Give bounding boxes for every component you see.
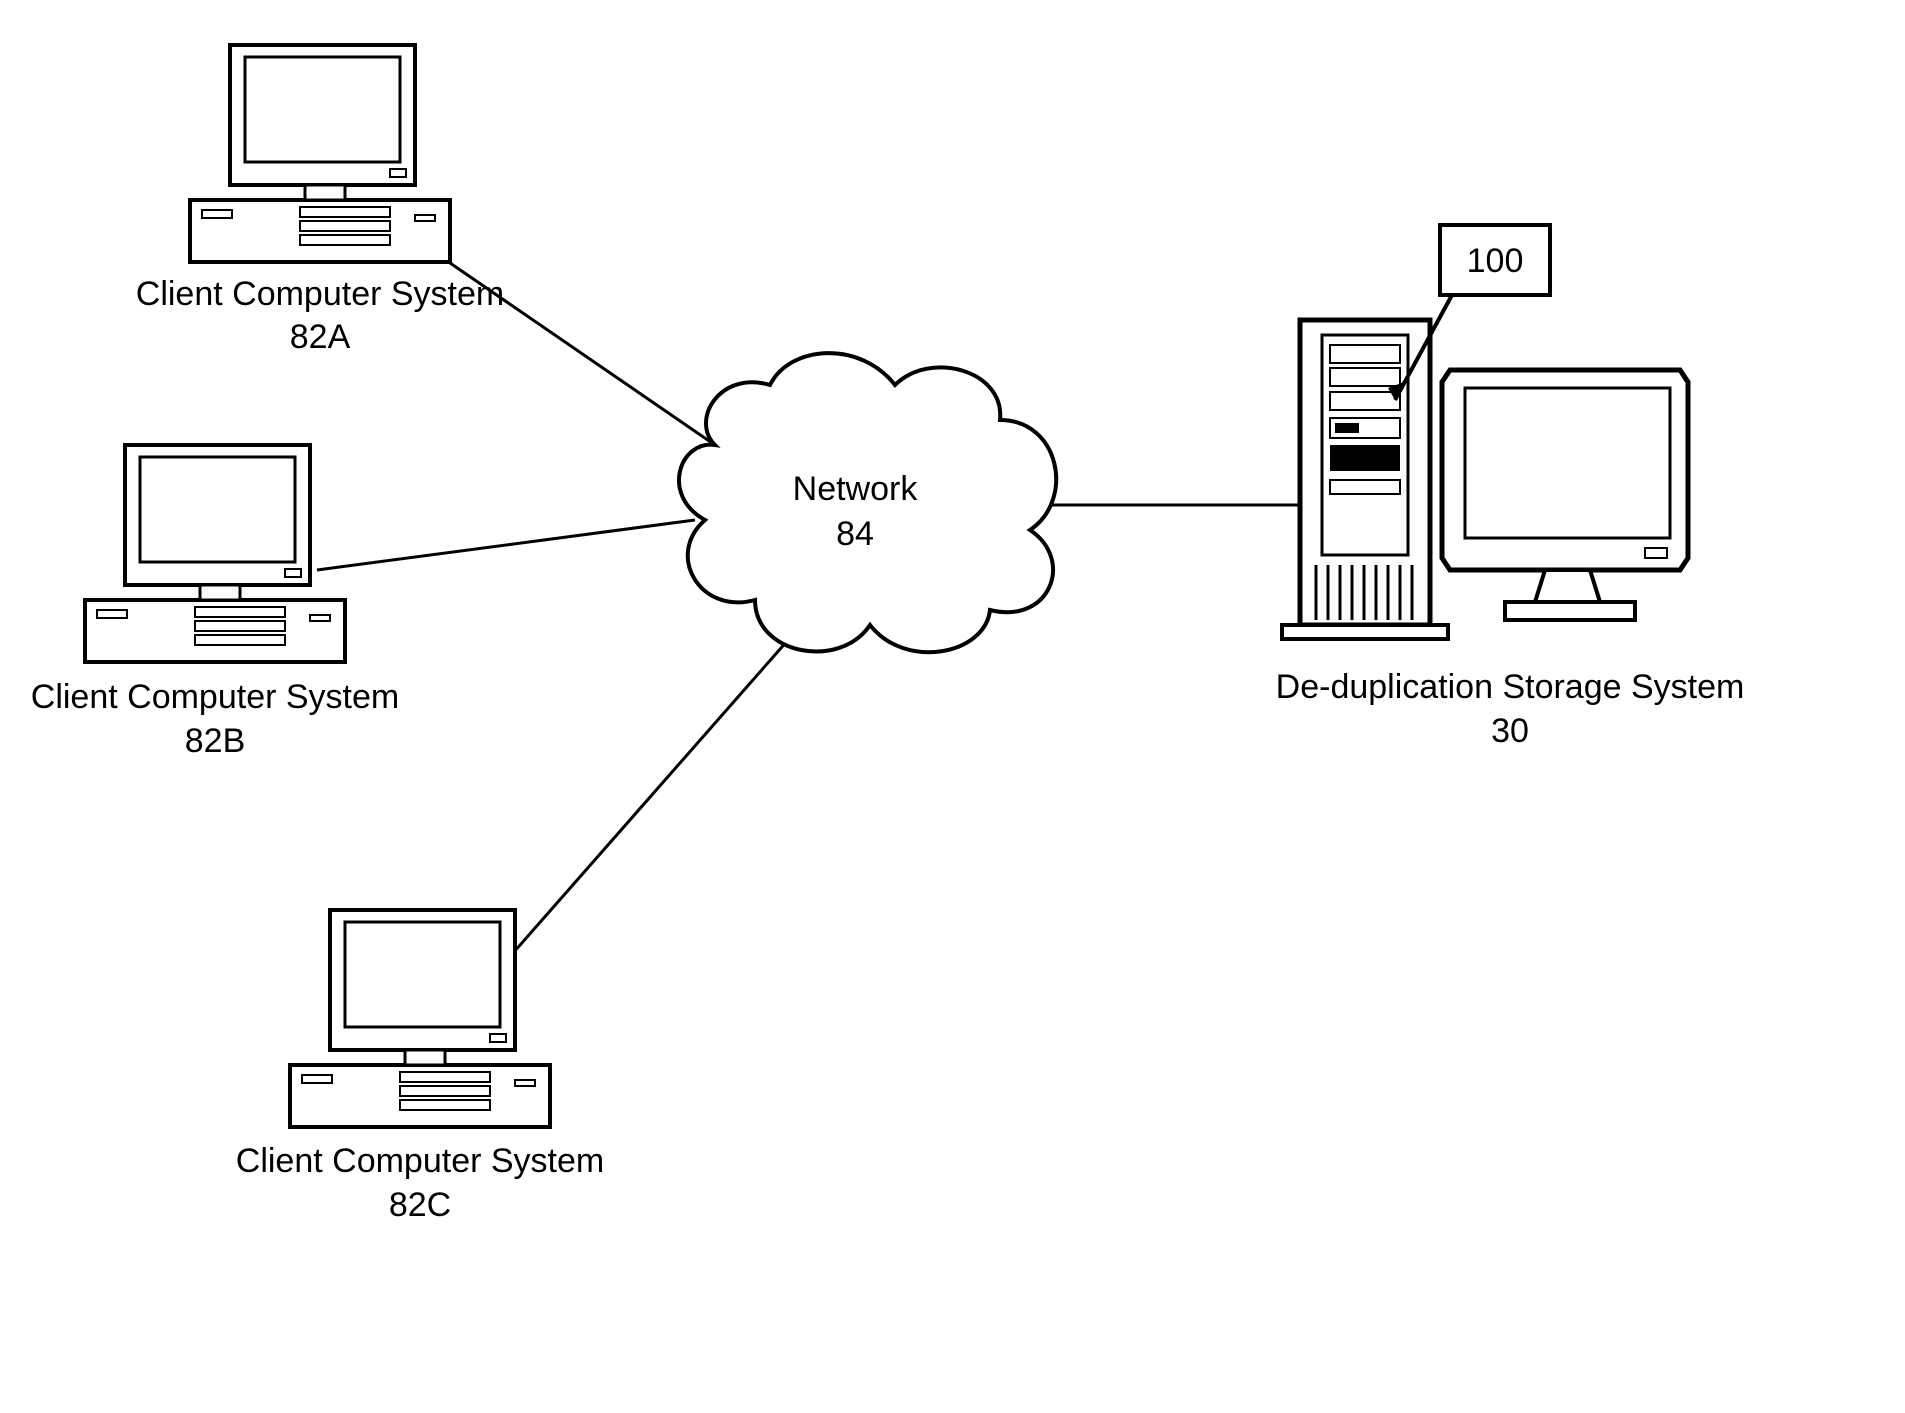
client-b	[85, 445, 345, 662]
callout-100-text: 100	[1467, 242, 1524, 280]
client-a-label-1: Client Computer System	[136, 275, 504, 313]
client-b-label-1: Client Computer System	[31, 678, 399, 716]
server-label-1: De-duplication Storage System	[1276, 668, 1745, 706]
client-c	[290, 910, 550, 1127]
client-c-label-1: Client Computer System	[236, 1142, 604, 1180]
client-b-label-2: 82B	[185, 722, 246, 760]
client-c-label-2: 82C	[389, 1186, 451, 1224]
network-label-2: 84	[836, 515, 874, 553]
network-label-1: Network	[793, 470, 919, 508]
client-a-label-2: 82A	[290, 318, 351, 356]
diagram-canvas: Network 84 Client Computer Sys	[0, 0, 1905, 1413]
network-cloud: Network 84	[679, 353, 1056, 652]
client-a	[190, 45, 450, 262]
storage-server	[1282, 320, 1688, 639]
server-label-2: 30	[1491, 712, 1529, 750]
